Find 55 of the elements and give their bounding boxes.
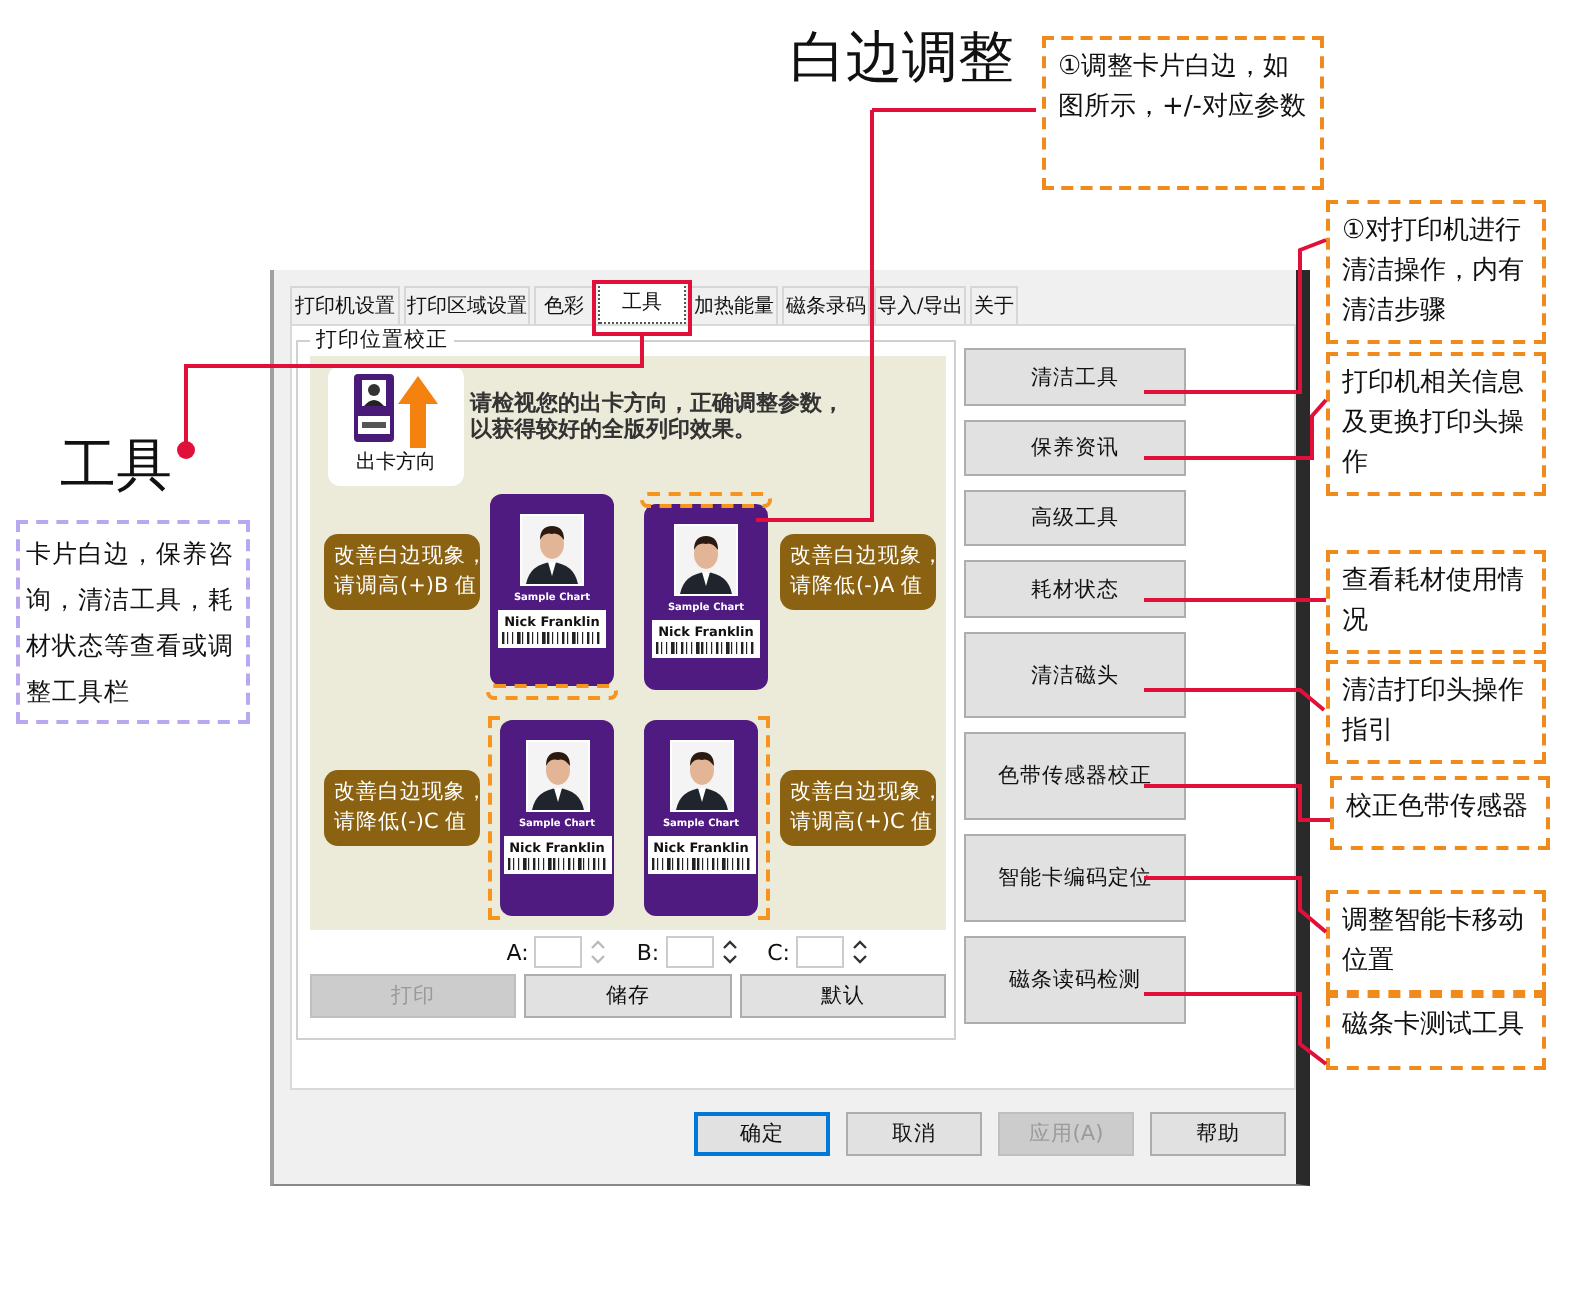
tab[interactable]: 磁条录码 [782,286,870,324]
dashed-outline [640,492,772,508]
tool-button[interactable]: 磁条读码检测 [964,936,1186,1024]
callout-note: 磁条卡测试工具 [1326,994,1546,1070]
input-field[interactable] [796,936,844,968]
barcode-icon [651,858,751,870]
tab[interactable]: 工具 [598,280,686,324]
tool-button[interactable]: 清洁工具 [964,348,1186,406]
dialog-button[interactable]: 帮助 [1150,1112,1286,1156]
speech-bubble: 改善白边现象， 请调高(+)C 值 [780,770,936,846]
dialog-button[interactable]: 取消 [846,1112,982,1156]
speech-bubble: 改善白边现象， 请调高(+)B 值 [324,534,480,610]
callout-note: ①对打印机进行清洁操作，内有清洁步骤 [1326,200,1546,344]
tab[interactable]: 打印机设置 [290,286,400,324]
instruction-text: 以获得较好的全版列印效果。 [470,416,758,442]
action-button[interactable]: 默认 [739,974,946,1018]
callout-note: ①调整卡片白边，如图所示，+/-对应参数 [1042,36,1324,190]
tool-button[interactable]: 高级工具 [964,490,1186,546]
card-arrow-icon [352,372,440,452]
callout-note: 清洁打印头操作指引 [1326,660,1546,764]
spin-arrows-icon[interactable] [850,936,870,968]
dialog-button[interactable]: 确定 [694,1112,830,1156]
callout-note: 查看耗材使用情况 [1326,550,1546,654]
spinner-label: A: [506,939,529,965]
speech-bubble: 改善白边现象， 请降低(-)C 值 [324,770,480,846]
spin-arrows-icon[interactable] [719,936,740,968]
tab[interactable]: 色彩 [534,286,594,324]
callout-note: 校正色带传感器 [1330,776,1550,850]
callout-note: 卡片白边，保养咨询，清洁工具，耗材状态等查看或调整工具栏 [16,520,250,724]
action-button[interactable]: 储存 [524,974,732,1018]
tab[interactable]: 加热能量 [690,286,778,324]
dot-icon [177,441,195,459]
input-field[interactable] [665,936,714,968]
callout-note: 打印机相关信息及更换打印头操作 [1326,352,1546,496]
annotation-heading: 工具 [60,436,172,498]
highlight-frame [592,280,692,336]
tool-button[interactable]: 清洁磁头 [964,632,1186,718]
spinner-label: B: [636,939,660,965]
group-title: 打印位置校正 [314,328,450,352]
spinner-label: C: [767,939,790,965]
barcode-icon [507,858,607,870]
instruction-text: 请检视您的出卡方向，正确调整参数， [470,390,844,416]
dashed-outline [486,684,618,700]
tab[interactable]: 关于 [970,286,1018,324]
tool-button[interactable]: 保养资讯 [964,420,1186,476]
tab[interactable]: 导入/导出 [874,286,966,324]
callout-note: 调整智能卡移动位置 [1326,890,1546,994]
tool-button[interactable]: 耗材状态 [964,560,1186,618]
annotation-heading: 白边调整 [790,28,1014,90]
barcode-icon [656,642,756,654]
direction-label: 出卡方向 [356,452,436,476]
tab[interactable]: 打印区域设置 [404,286,530,324]
speech-bubble: 改善白边现象， 请降低(-)A 值 [780,534,936,610]
tool-button[interactable]: 色带传感器校正 [964,732,1186,820]
barcode-icon [502,632,602,644]
